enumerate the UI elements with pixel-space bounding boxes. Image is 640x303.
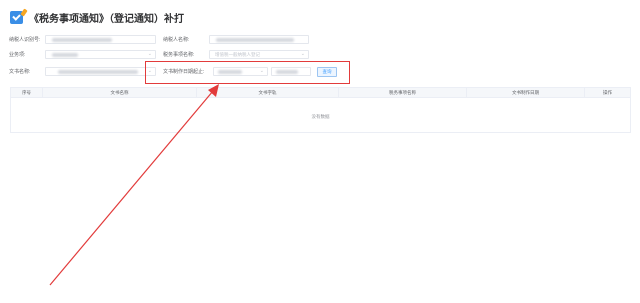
annotation-arrow [49,84,219,286]
